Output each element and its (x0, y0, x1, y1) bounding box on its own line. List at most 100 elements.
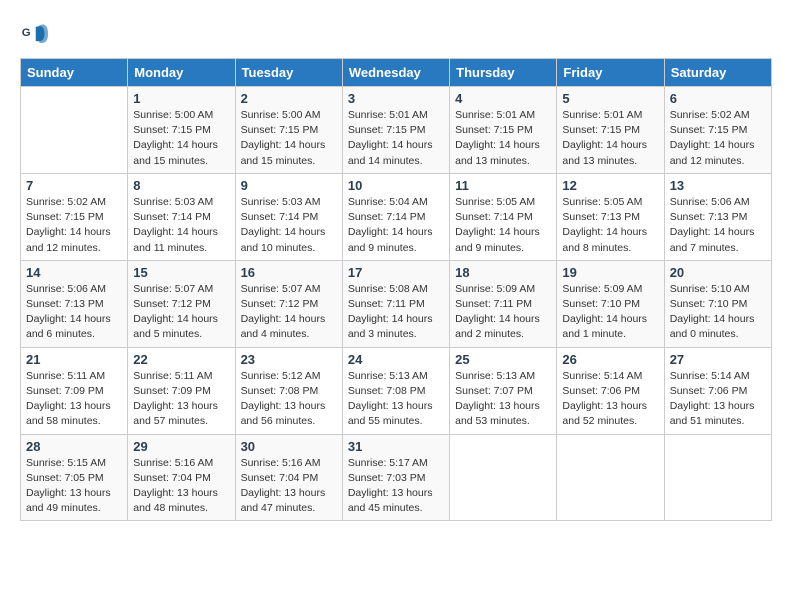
day-number: 25 (455, 352, 551, 367)
day-number: 9 (241, 178, 337, 193)
day-number: 16 (241, 265, 337, 280)
day-info: Sunrise: 5:11 AM Sunset: 7:09 PM Dayligh… (26, 369, 122, 430)
calendar-cell: 3Sunrise: 5:01 AM Sunset: 7:15 PM Daylig… (342, 87, 449, 174)
calendar-cell: 7Sunrise: 5:02 AM Sunset: 7:15 PM Daylig… (21, 173, 128, 260)
weekday-row: SundayMondayTuesdayWednesdayThursdayFrid… (21, 59, 772, 87)
calendar-cell: 20Sunrise: 5:10 AM Sunset: 7:10 PM Dayli… (664, 260, 771, 347)
day-number: 1 (133, 91, 229, 106)
day-number: 28 (26, 439, 122, 454)
day-info: Sunrise: 5:09 AM Sunset: 7:11 PM Dayligh… (455, 282, 551, 343)
day-number: 23 (241, 352, 337, 367)
day-info: Sunrise: 5:15 AM Sunset: 7:05 PM Dayligh… (26, 456, 122, 517)
calendar-week-row: 1 Sunrise: 5:00 AM Sunset: 7:15 PM Daylig… (21, 87, 772, 174)
calendar-cell: 14Sunrise: 5:06 AM Sunset: 7:13 PM Dayli… (21, 260, 128, 347)
day-number: 13 (670, 178, 766, 193)
day-info: Sunrise: 5:09 AM Sunset: 7:10 PM Dayligh… (562, 282, 658, 343)
day-number: 8 (133, 178, 229, 193)
day-info: Sunrise: 5:17 AM Sunset: 7:03 PM Dayligh… (348, 456, 444, 517)
calendar-cell: 10 Sunrise: 5:04 AM Sunset: 7:14 PM Dayli… (342, 173, 449, 260)
day-number: 2 (241, 91, 337, 106)
day-number: 18 (455, 265, 551, 280)
calendar-cell (21, 87, 128, 174)
calendar-cell: 1 Sunrise: 5:00 AM Sunset: 7:15 PM Daylig… (128, 87, 235, 174)
calendar-cell: 13 Sunrise: 5:06 AM Sunset: 7:13 PM Dayli… (664, 173, 771, 260)
weekday-header: Thursday (450, 59, 557, 87)
day-info: Sunrise: 5:00 AM Sunset: 7:15 PM Dayligh… (241, 108, 337, 169)
calendar-cell (450, 434, 557, 521)
weekday-header: Wednesday (342, 59, 449, 87)
calendar-cell: 4Sunrise: 5:01 AM Sunset: 7:15 PM Daylig… (450, 87, 557, 174)
day-number: 21 (26, 352, 122, 367)
weekday-header: Tuesday (235, 59, 342, 87)
day-info: Sunrise: 5:04 AM Sunset: 7:14 PM Dayligh… (348, 195, 444, 256)
day-number: 27 (670, 352, 766, 367)
calendar-week-row: 21 Sunrise: 5:11 AM Sunset: 7:09 PM Dayli… (21, 347, 772, 434)
calendar-week-row: 28 Sunrise: 5:15 AM Sunset: 7:05 PM Dayli… (21, 434, 772, 521)
logo-icon: G (20, 20, 48, 48)
weekday-header: Friday (557, 59, 664, 87)
calendar-cell: 18 Sunrise: 5:09 AM Sunset: 7:11 PM Dayli… (450, 260, 557, 347)
day-info: Sunrise: 5:00 AM Sunset: 7:15 PM Dayligh… (133, 108, 229, 169)
calendar-header: SundayMondayTuesdayWednesdayThursdayFrid… (21, 59, 772, 87)
day-number: 26 (562, 352, 658, 367)
day-info: Sunrise: 5:01 AM Sunset: 7:15 PM Dayligh… (562, 108, 658, 169)
calendar-cell: 9 Sunrise: 5:03 AM Sunset: 7:14 PM Daylig… (235, 173, 342, 260)
calendar-cell: 6 Sunrise: 5:02 AM Sunset: 7:15 PM Daylig… (664, 87, 771, 174)
calendar-cell: 2 Sunrise: 5:00 AM Sunset: 7:15 PM Daylig… (235, 87, 342, 174)
day-info: Sunrise: 5:11 AM Sunset: 7:09 PM Dayligh… (133, 369, 229, 430)
calendar-cell: 28 Sunrise: 5:15 AM Sunset: 7:05 PM Dayli… (21, 434, 128, 521)
logo: G (20, 20, 52, 48)
day-info: Sunrise: 5:06 AM Sunset: 7:13 PM Dayligh… (670, 195, 766, 256)
calendar-cell: 31 Sunrise: 5:17 AM Sunset: 7:03 PM Dayli… (342, 434, 449, 521)
day-info: Sunrise: 5:12 AM Sunset: 7:08 PM Dayligh… (241, 369, 337, 430)
day-info: Sunrise: 5:03 AM Sunset: 7:14 PM Dayligh… (241, 195, 337, 256)
day-info: Sunrise: 5:01 AM Sunset: 7:15 PM Dayligh… (455, 108, 551, 169)
calendar-week-row: 7Sunrise: 5:02 AM Sunset: 7:15 PM Daylig… (21, 173, 772, 260)
day-number: 3 (348, 91, 444, 106)
calendar-cell: 16 Sunrise: 5:07 AM Sunset: 7:12 PM Dayli… (235, 260, 342, 347)
calendar-cell: 26 Sunrise: 5:14 AM Sunset: 7:06 PM Dayli… (557, 347, 664, 434)
day-info: Sunrise: 5:03 AM Sunset: 7:14 PM Dayligh… (133, 195, 229, 256)
day-number: 29 (133, 439, 229, 454)
calendar-cell: 5Sunrise: 5:01 AM Sunset: 7:15 PM Daylig… (557, 87, 664, 174)
day-info: Sunrise: 5:02 AM Sunset: 7:15 PM Dayligh… (26, 195, 122, 256)
calendar-cell: 25 Sunrise: 5:13 AM Sunset: 7:07 PM Dayli… (450, 347, 557, 434)
calendar-body: 1 Sunrise: 5:00 AM Sunset: 7:15 PM Daylig… (21, 87, 772, 521)
day-info: Sunrise: 5:14 AM Sunset: 7:06 PM Dayligh… (562, 369, 658, 430)
day-info: Sunrise: 5:06 AM Sunset: 7:13 PM Dayligh… (26, 282, 122, 343)
calendar-cell: 29 Sunrise: 5:16 AM Sunset: 7:04 PM Dayli… (128, 434, 235, 521)
day-info: Sunrise: 5:05 AM Sunset: 7:14 PM Dayligh… (455, 195, 551, 256)
day-info: Sunrise: 5:13 AM Sunset: 7:08 PM Dayligh… (348, 369, 444, 430)
day-info: Sunrise: 5:13 AM Sunset: 7:07 PM Dayligh… (455, 369, 551, 430)
day-number: 24 (348, 352, 444, 367)
day-number: 12 (562, 178, 658, 193)
calendar-cell: 21 Sunrise: 5:11 AM Sunset: 7:09 PM Dayli… (21, 347, 128, 434)
day-info: Sunrise: 5:07 AM Sunset: 7:12 PM Dayligh… (241, 282, 337, 343)
day-number: 10 (348, 178, 444, 193)
day-number: 31 (348, 439, 444, 454)
weekday-header: Saturday (664, 59, 771, 87)
calendar-cell: 15Sunrise: 5:07 AM Sunset: 7:12 PM Dayli… (128, 260, 235, 347)
calendar-cell: 19Sunrise: 5:09 AM Sunset: 7:10 PM Dayli… (557, 260, 664, 347)
day-number: 22 (133, 352, 229, 367)
day-info: Sunrise: 5:16 AM Sunset: 7:04 PM Dayligh… (241, 456, 337, 517)
calendar-cell: 24 Sunrise: 5:13 AM Sunset: 7:08 PM Dayli… (342, 347, 449, 434)
calendar-cell: 8 Sunrise: 5:03 AM Sunset: 7:14 PM Daylig… (128, 173, 235, 260)
calendar-cell: 22 Sunrise: 5:11 AM Sunset: 7:09 PM Dayli… (128, 347, 235, 434)
day-info: Sunrise: 5:05 AM Sunset: 7:13 PM Dayligh… (562, 195, 658, 256)
day-number: 6 (670, 91, 766, 106)
day-number: 17 (348, 265, 444, 280)
weekday-header: Monday (128, 59, 235, 87)
calendar-cell: 23 Sunrise: 5:12 AM Sunset: 7:08 PM Dayli… (235, 347, 342, 434)
calendar-cell (557, 434, 664, 521)
page-header: G (20, 20, 772, 48)
day-info: Sunrise: 5:16 AM Sunset: 7:04 PM Dayligh… (133, 456, 229, 517)
day-info: Sunrise: 5:14 AM Sunset: 7:06 PM Dayligh… (670, 369, 766, 430)
day-number: 20 (670, 265, 766, 280)
calendar-cell (664, 434, 771, 521)
day-info: Sunrise: 5:08 AM Sunset: 7:11 PM Dayligh… (348, 282, 444, 343)
day-info: Sunrise: 5:02 AM Sunset: 7:15 PM Dayligh… (670, 108, 766, 169)
calendar-cell: 17 Sunrise: 5:08 AM Sunset: 7:11 PM Dayli… (342, 260, 449, 347)
day-number: 30 (241, 439, 337, 454)
calendar-table: SundayMondayTuesdayWednesdayThursdayFrid… (20, 58, 772, 521)
